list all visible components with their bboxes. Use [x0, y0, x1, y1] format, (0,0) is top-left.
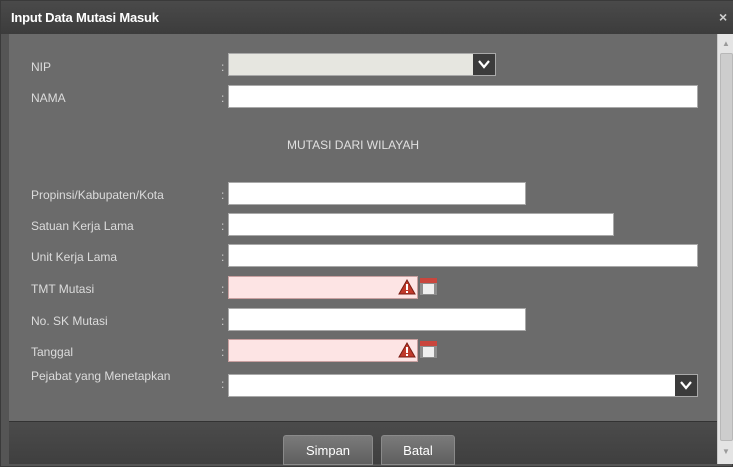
- tmt-mutasi-colon: :: [221, 282, 225, 296]
- input-mutasi-dialog: Input Data Mutasi Masuk × NIP : NAMA : M…: [0, 0, 733, 467]
- scroll-down-arrow-icon[interactable]: ▼: [718, 444, 733, 460]
- tmt-mutasi-date-field[interactable]: [228, 276, 418, 299]
- dialog-title: Input Data Mutasi Masuk: [11, 10, 159, 25]
- tanggal-date-field[interactable]: [228, 339, 418, 362]
- section-title: MUTASI DARI WILAYAH: [287, 138, 420, 152]
- calendar-icon[interactable]: [419, 277, 438, 296]
- dialog-footer: Simpan Batal: [9, 421, 717, 465]
- scroll-thumb[interactable]: [720, 53, 733, 441]
- nip-colon: :: [221, 60, 225, 74]
- no-sk-label: No. SK Mutasi: [31, 314, 108, 328]
- warning-icon: [398, 342, 416, 358]
- calendar-icon[interactable]: [419, 340, 438, 359]
- nama-colon: :: [221, 91, 225, 105]
- satuan-kerja-colon: :: [221, 219, 225, 233]
- propinsi-label: Propinsi/Kabupaten/Kota: [31, 188, 164, 202]
- calendar-icon-header: [420, 341, 437, 346]
- no-sk-colon: :: [221, 314, 225, 328]
- tanggal-label: Tanggal: [31, 345, 74, 359]
- nama-field[interactable]: [228, 85, 698, 108]
- calendar-icon-header: [420, 278, 437, 283]
- form-body: NIP : NAMA : MUTASI DARI WILAYAH Propins…: [9, 34, 717, 421]
- pejabat-colon: :: [221, 377, 225, 391]
- dialog-titlebar[interactable]: Input Data Mutasi Masuk ×: [1, 1, 733, 34]
- satuan-kerja-field[interactable]: [228, 213, 614, 236]
- warning-icon: [398, 279, 416, 295]
- chevron-down-icon: [478, 60, 490, 69]
- pejabat-dropdown-trigger[interactable]: [675, 375, 697, 396]
- nama-label: NAMA: [31, 91, 66, 105]
- pejabat-combobox[interactable]: [228, 374, 698, 397]
- unit-kerja-field[interactable]: [228, 244, 698, 267]
- pejabat-label: Pejabat yang Menetapkan: [31, 369, 171, 383]
- satuan-kerja-label: Satuan Kerja Lama: [31, 219, 134, 233]
- calendar-icon-face: [423, 284, 434, 294]
- tmt-mutasi-label: TMT Mutasi: [31, 282, 95, 296]
- save-button[interactable]: Simpan: [283, 435, 373, 465]
- tanggal-colon: :: [221, 345, 225, 359]
- vertical-scrollbar[interactable]: ▲ ▼: [717, 34, 733, 464]
- nip-label: NIP: [31, 60, 52, 74]
- cancel-button[interactable]: Batal: [381, 435, 455, 465]
- propinsi-field[interactable]: [228, 182, 526, 205]
- scroll-up-arrow-icon[interactable]: ▲: [718, 36, 733, 52]
- no-sk-field[interactable]: [228, 308, 526, 331]
- unit-kerja-label: Unit Kerja Lama: [31, 250, 118, 264]
- propinsi-colon: :: [221, 188, 225, 202]
- nip-combobox[interactable]: [228, 53, 496, 76]
- calendar-icon-face: [423, 347, 434, 357]
- unit-kerja-colon: :: [221, 250, 225, 264]
- chevron-down-icon: [680, 381, 692, 390]
- close-icon[interactable]: ×: [719, 7, 733, 27]
- nip-dropdown-trigger[interactable]: [473, 54, 495, 75]
